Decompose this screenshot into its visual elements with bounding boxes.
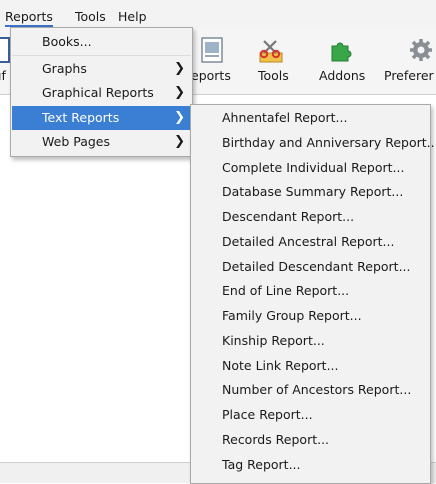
menu-bar: Reports Tools Help bbox=[0, 0, 436, 27]
toolbar-label-preferences: Preferer bbox=[384, 68, 434, 83]
submenu-item-records-report[interactable]: Records Report... bbox=[192, 428, 429, 452]
menu-tools[interactable]: Tools bbox=[75, 8, 106, 25]
menu-item-web-pages[interactable]: Web Pages ❯ bbox=[12, 130, 191, 154]
submenu-item-label: Birthday and Anniversary Report... bbox=[222, 135, 436, 150]
chevron-right-icon: ❯ bbox=[174, 134, 185, 149]
submenu-item-complete-individual-report[interactable]: Complete Individual Report... bbox=[192, 156, 429, 180]
scissors-tool-icon bbox=[259, 40, 283, 63]
submenu-item-label: Note Link Report... bbox=[222, 358, 339, 373]
submenu-item-label: Family Group Report... bbox=[222, 308, 362, 323]
toolbar-button-preferences[interactable]: Preferer bbox=[381, 27, 436, 93]
submenu-item-tag-report[interactable]: Tag Report... bbox=[192, 453, 429, 477]
submenu-item-database-summary-report[interactable]: Database Summary Report... bbox=[192, 180, 429, 204]
submenu-item-label: Ahnentafel Report... bbox=[222, 110, 348, 125]
partial-doc-icon bbox=[0, 37, 10, 63]
submenu-item-label: Detailed Ancestral Report... bbox=[222, 234, 395, 249]
reports-menu: Books... Graphs ❯ Graphical Reports ❯ Te… bbox=[10, 27, 193, 157]
menu-item-graphical-reports[interactable]: Graphical Reports ❯ bbox=[12, 81, 191, 105]
submenu-item-label: End of Line Report... bbox=[222, 283, 350, 298]
menu-item-label: Text Reports bbox=[42, 110, 120, 125]
menu-item-label: Graphs bbox=[42, 61, 87, 76]
submenu-item-label: Place Report... bbox=[222, 407, 313, 422]
menu-item-text-reports[interactable]: Text Reports ❯ bbox=[12, 106, 191, 130]
submenu-item-note-link-report[interactable]: Note Link Report... bbox=[192, 354, 429, 378]
submenu-item-detailed-ancestral-report[interactable]: Detailed Ancestral Report... bbox=[192, 230, 429, 254]
submenu-item-end-of-line-report[interactable]: End of Line Report... bbox=[192, 279, 429, 303]
chevron-right-icon: ❯ bbox=[174, 110, 185, 125]
submenu-item-label: Descendant Report... bbox=[222, 209, 355, 224]
submenu-item-label: Kinship Report... bbox=[222, 333, 325, 348]
chevron-right-icon: ❯ bbox=[174, 85, 185, 100]
menu-item-label: Web Pages bbox=[42, 134, 110, 149]
toolbar-label-reports: eports bbox=[191, 68, 231, 83]
toolbar-label-tools: Tools bbox=[258, 68, 289, 83]
menu-separator bbox=[12, 55, 191, 56]
submenu-item-ahnentafel-report[interactable]: Ahnentafel Report... bbox=[192, 106, 429, 130]
submenu-item-label: Tag Report... bbox=[222, 457, 301, 472]
submenu-item-kinship-report[interactable]: Kinship Report... bbox=[192, 329, 429, 353]
menu-help[interactable]: Help bbox=[118, 8, 147, 25]
submenu-item-label: Records Report... bbox=[222, 432, 330, 447]
menu-item-graphs[interactable]: Graphs ❯ bbox=[12, 57, 191, 81]
submenu-item-descendant-report[interactable]: Descendant Report... bbox=[192, 205, 429, 229]
submenu-item-place-report[interactable]: Place Report... bbox=[192, 403, 429, 427]
menu-item-books[interactable]: Books... bbox=[12, 30, 191, 54]
text-reports-submenu: Ahnentafel Report... Birthday and Annive… bbox=[190, 104, 436, 484]
report-doc-icon bbox=[201, 37, 223, 63]
chevron-right-icon: ❯ bbox=[174, 61, 185, 76]
submenu-item-label: Detailed Descendant Report... bbox=[222, 259, 411, 274]
puzzle-piece-icon bbox=[331, 42, 352, 62]
submenu-item-label: Database Summary Report... bbox=[222, 184, 404, 199]
toolbar-button-partial-left[interactable]: ıf bbox=[0, 27, 10, 93]
toolbar-button-reports[interactable]: eports bbox=[191, 27, 236, 93]
submenu-item-label: Number of Ancestors Report... bbox=[222, 382, 412, 397]
submenu-item-label: Complete Individual Report... bbox=[222, 160, 405, 175]
menu-reports[interactable]: Reports bbox=[5, 8, 53, 27]
gear-icon bbox=[410, 39, 432, 61]
toolbar-label-addons: Addons bbox=[319, 68, 366, 83]
submenu-item-detailed-descendant-report[interactable]: Detailed Descendant Report... bbox=[192, 255, 429, 279]
submenu-item-birthday-anniversary-report[interactable]: Birthday and Anniversary Report... bbox=[192, 131, 436, 155]
toolbar-button-addons[interactable]: Addons bbox=[317, 27, 365, 93]
menu-item-label: Graphical Reports bbox=[42, 85, 154, 100]
toolbar-button-tools[interactable]: Tools bbox=[252, 27, 297, 93]
toolbar-partial-label: ıf bbox=[0, 68, 6, 83]
submenu-item-number-of-ancestors-report[interactable]: Number of Ancestors Report... bbox=[192, 378, 429, 402]
menu-item-label: Books... bbox=[42, 34, 92, 49]
submenu-item-family-group-report[interactable]: Family Group Report... bbox=[192, 304, 429, 328]
